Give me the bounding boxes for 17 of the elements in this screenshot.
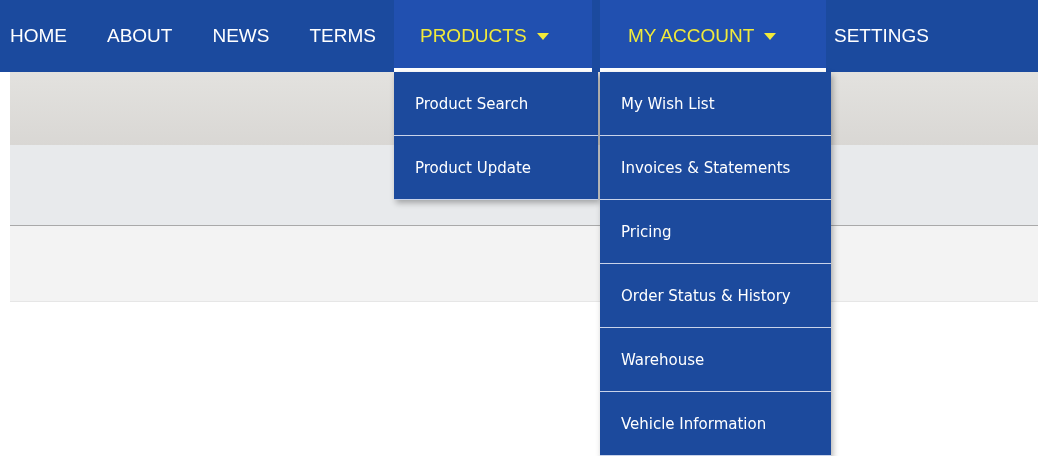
caret-icon [764,32,777,40]
nav-link[interactable]: HOME [10,0,107,72]
menu-item[interactable]: Product Search [393,72,598,136]
menu-item[interactable]: Pricing [599,200,831,264]
menu-item[interactable]: My Wish List [599,72,831,136]
nav-link[interactable]: SETTINGS [833,0,969,72]
menu-item[interactable]: Warehouse [599,328,831,392]
menu-item[interactable]: Product Update [393,136,598,200]
nav-dropdown[interactable]: PRODUCTS [393,0,592,72]
nav-link[interactable]: NEWS [212,0,310,72]
menu-item[interactable]: Vehicle Information [599,392,831,456]
menu-item[interactable]: Order Status & History [599,264,831,328]
nav-link[interactable]: ABOUT [107,0,213,72]
nav-dropdown[interactable]: MY ACCOUNT [599,0,826,72]
menu-item[interactable]: Invoices & Statements [599,136,831,200]
caret-icon [536,32,549,40]
nav-link[interactable]: TERMS [309,0,394,72]
